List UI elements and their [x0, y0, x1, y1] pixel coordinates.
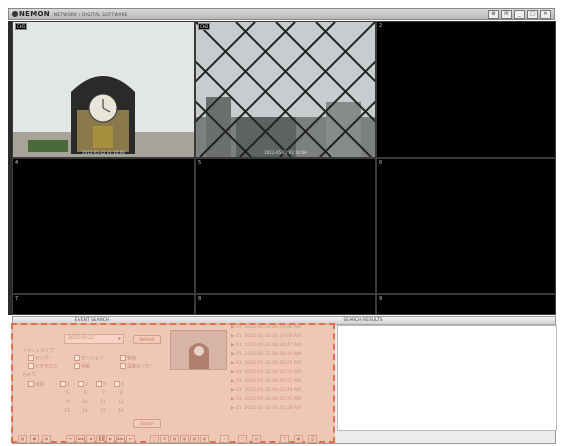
pause-button[interactable]: ▐▐	[96, 435, 105, 443]
cell-number: 5	[198, 160, 202, 166]
sequence-icon[interactable]: ▤	[252, 435, 261, 443]
video-cell-2[interactable]: CH2 2012-05-22 01:10:08	[195, 21, 376, 158]
layout-icon[interactable]: ▦	[18, 435, 27, 443]
app-subtitle: NETWORK / DIGITAL SOFTWARE	[53, 11, 128, 17]
cell-number: 4	[15, 160, 19, 166]
list-item[interactable]: ▶ 01 2012-05-22 04:35:18 AM	[231, 406, 301, 411]
camera-15[interactable]: 15	[100, 409, 106, 414]
camera-6[interactable]: 6	[84, 391, 87, 396]
split-16-icon[interactable]: ▦	[180, 435, 189, 443]
camera-5[interactable]: 5	[66, 391, 69, 396]
camera-11[interactable]: 11	[100, 400, 106, 405]
camera-section-label: カメラ	[22, 373, 36, 378]
app-brand: NEMON	[19, 10, 50, 18]
chk-camera-all[interactable]: 全部	[28, 381, 44, 388]
cell-timestamp: 2012-05-22 01:10:08	[264, 150, 307, 155]
list-item[interactable]: ▶ 01 2012-05-22 04:37:08 AM	[231, 334, 301, 339]
list-item[interactable]: ▶ 01 2012-05-22 04:35:57 AM	[231, 379, 301, 384]
video-cell-8[interactable]: 8	[195, 294, 376, 315]
video-cell-6[interactable]: 6	[376, 158, 556, 294]
chk-camera-3[interactable]: 3	[96, 381, 106, 388]
cell-number: 7	[15, 296, 19, 302]
camera-16[interactable]: 16	[118, 409, 124, 414]
list-item[interactable]: ▶ 01 2012-05-22 04:45:06 AM	[231, 325, 301, 330]
chk-temp-sensor[interactable]: 温度センサー	[120, 363, 154, 370]
camera-14[interactable]: 14	[82, 409, 88, 414]
video-cell-5[interactable]: 5	[195, 158, 376, 294]
title-bar: NEMON NETWORK / DIGITAL SOFTWARE ⚙ ✉ _ □…	[8, 8, 555, 20]
next-page-icon[interactable]: ›	[220, 435, 229, 443]
fence-camera-image	[196, 22, 375, 157]
cell-number: 6	[379, 160, 383, 166]
split-9-icon[interactable]: ▦	[170, 435, 179, 443]
video-cell-3[interactable]: 2	[376, 21, 556, 158]
split-25-icon[interactable]: ▦	[190, 435, 199, 443]
camera-13[interactable]: 13	[64, 409, 70, 414]
close-button[interactable]: ✕	[540, 9, 551, 19]
maximize-button[interactable]: □	[527, 9, 538, 19]
list-item[interactable]: ▶ 01 2012-05-22 04:36:11 AM	[231, 370, 301, 375]
camera-8[interactable]: 8	[120, 391, 123, 396]
chk-manual[interactable]: 手動	[74, 363, 90, 370]
clock-thumbnail-image	[171, 331, 226, 369]
logo-icon	[12, 11, 18, 17]
split-4-icon[interactable]: ⊞	[160, 435, 169, 443]
cell-timestamp: 2012-05-22 01:10:08	[82, 150, 125, 155]
list-item[interactable]: ▶ 01 2012-05-22 04:36:47 AM	[231, 343, 301, 348]
full-screen-icon[interactable]: ⛶	[238, 435, 247, 443]
search-button[interactable]: Search	[133, 419, 161, 428]
chk-sensor[interactable]: センサー	[28, 355, 53, 362]
camera-label: CH2	[198, 23, 211, 30]
camera-12[interactable]: 12	[118, 400, 124, 405]
play-button[interactable]: ▶	[106, 435, 115, 443]
event-thumbnail[interactable]	[170, 330, 227, 370]
chk-motion[interactable]: モーション	[74, 355, 103, 362]
snapshot-icon[interactable]: ◉	[42, 435, 51, 443]
video-grid: CH1 2012-05-22 01:10:08 CH2 2012-05-22 0…	[12, 21, 556, 315]
list-item[interactable]: ▶ 01 2012-05-22 04:36:25 AM	[231, 361, 301, 366]
camera-9[interactable]: 9	[66, 400, 69, 405]
list-item[interactable]: ▶ 01 2012-05-22 04:35:44 AM	[231, 388, 301, 393]
list-item[interactable]: ▶ 01 2012-05-22 04:35:31 AM	[231, 397, 301, 402]
chk-camera-4[interactable]: 4	[114, 381, 124, 388]
clock-camera-image	[13, 22, 194, 157]
chk-camera-2[interactable]: 2	[78, 381, 88, 388]
video-cell-1[interactable]: CH1 2012-05-22 01:10:08	[12, 21, 195, 158]
last-frame-button[interactable]: ⏭	[126, 435, 135, 443]
export-icon[interactable]: ⇪	[280, 435, 289, 443]
minimize-button[interactable]: _	[514, 9, 525, 19]
split-36-icon[interactable]: ▦	[200, 435, 209, 443]
video-cell-4[interactable]: 4	[12, 158, 195, 294]
cell-number: 8	[198, 296, 202, 302]
rewind-button[interactable]: ◀◀	[76, 435, 85, 443]
camera-7[interactable]: 7	[102, 391, 105, 396]
video-cell-9[interactable]: 9	[376, 294, 556, 315]
window-controls: ⚙ ✉ _ □ ✕	[488, 9, 551, 19]
chk-video-loss[interactable]: ビデオロス	[28, 363, 58, 370]
print-icon[interactable]: ⎙	[308, 435, 317, 443]
first-frame-button[interactable]: ⏮	[66, 435, 75, 443]
record-icon[interactable]: ●	[30, 435, 39, 443]
refresh-button[interactable]: Refresh	[133, 335, 161, 344]
results-preview-area	[337, 325, 557, 431]
mail-icon[interactable]: ✉	[501, 9, 512, 19]
split-1-icon[interactable]: □	[150, 435, 159, 443]
fast-forward-button[interactable]: ▶▶	[116, 435, 125, 443]
date-picker[interactable]: 2012-05-22 ▼	[64, 334, 124, 344]
camera-10[interactable]: 10	[82, 400, 88, 405]
cell-number: 9	[379, 296, 383, 302]
chk-camera-1[interactable]: 1	[60, 381, 70, 388]
camera-label: CH1	[15, 23, 28, 30]
event-type-label: イベントタイプ	[22, 349, 54, 354]
settings-icon[interactable]: ⚙	[488, 9, 499, 19]
chk-alarm[interactable]: 警報	[120, 355, 136, 362]
backup-icon[interactable]: ▣	[294, 435, 303, 443]
chevron-down-icon: ▼	[117, 336, 121, 341]
cell-number: 2	[379, 23, 383, 29]
list-item[interactable]: ▶ 01 2012-05-22 04:36:34 AM	[231, 352, 301, 357]
step-back-button[interactable]: ◀	[86, 435, 95, 443]
video-cell-7[interactable]: 7	[12, 294, 195, 315]
